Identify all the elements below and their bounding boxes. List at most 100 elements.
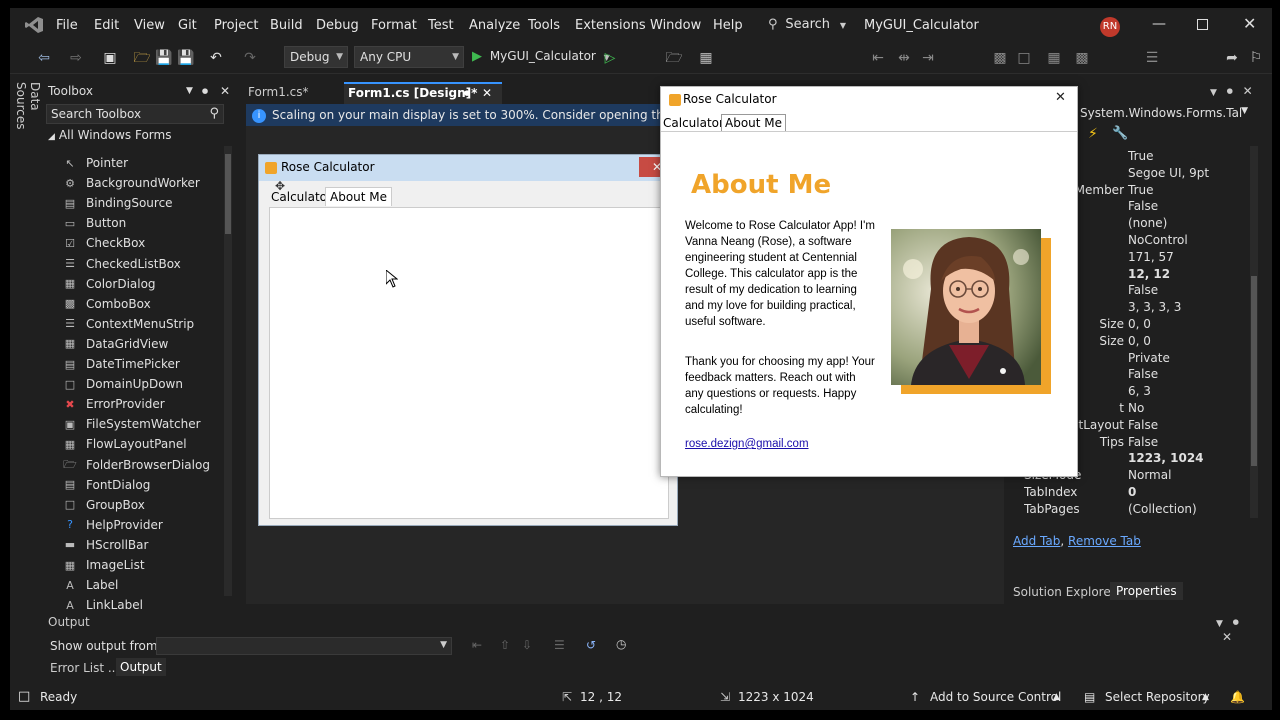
add-tab-link[interactable]: Add Tab xyxy=(1013,534,1060,548)
events-icon[interactable]: ⚡ xyxy=(1088,126,1098,142)
platform-select[interactable]: Any CPU ▼ xyxy=(354,46,464,68)
toolbox-item[interactable]: ▦ ColorDialog xyxy=(62,274,156,294)
toolbox-item[interactable]: A Label xyxy=(62,575,118,595)
layout-icon[interactable]: ▦ xyxy=(696,48,716,68)
find-in-files-icon[interactable]: 🗁 xyxy=(664,48,684,68)
menu-extensions[interactable]: Extensions xyxy=(575,18,646,33)
redo-icon[interactable]: ↷ xyxy=(240,48,260,68)
toolbox-item[interactable]: □ GroupBox xyxy=(62,495,145,515)
menu-analyze[interactable]: Analyze xyxy=(469,18,520,33)
toolbox-item[interactable]: ⚙ BackgroundWorker xyxy=(62,173,200,193)
share-icon[interactable]: ➦ xyxy=(1222,48,1242,68)
toolbox-item[interactable]: ▦ DataGridView xyxy=(62,334,169,354)
menu-view[interactable]: View xyxy=(134,18,165,33)
toolbox-item[interactable]: ▣ FileSystemWatcher xyxy=(62,414,201,434)
menu-build[interactable]: Build xyxy=(270,18,303,33)
toolbox-item[interactable]: ? HelpProvider xyxy=(62,515,163,535)
add-source-control-button[interactable]: Add to Source Control xyxy=(930,684,1061,710)
search-box[interactable]: ⚲ Search ▼ xyxy=(768,17,846,35)
app-tab-about[interactable]: About Me xyxy=(721,114,787,131)
menu-window[interactable]: Window xyxy=(650,18,701,33)
toolbox-item[interactable]: ✖ ErrorProvider xyxy=(62,394,164,414)
toolbox-item[interactable]: ↖ Pointer xyxy=(62,153,128,173)
output-source-select[interactable]: ▼ xyxy=(156,637,452,655)
word-wrap-icon[interactable]: ↺ xyxy=(586,638,596,652)
object-selector[interactable]: System.Windows.Forms.Tal ▼ xyxy=(1080,106,1250,124)
config-select[interactable]: Debug ▼ xyxy=(284,46,348,68)
designer-form[interactable]: Rose Calculator ✕ Calculator About Me ✥ xyxy=(258,154,678,526)
toolbox-item[interactable]: ☑ CheckBox xyxy=(62,233,145,253)
property-pages-icon[interactable]: 🔧 xyxy=(1112,126,1128,141)
minimize-icon[interactable]: — xyxy=(1152,16,1166,32)
prev-message-icon[interactable]: ⇧ xyxy=(500,638,510,652)
back-icon[interactable]: ⇦ xyxy=(34,48,54,68)
align-left-icon[interactable]: ⇤ xyxy=(868,48,888,68)
order-icon[interactable]: ☰ xyxy=(1142,48,1162,68)
menu-file[interactable]: File xyxy=(56,18,78,33)
toolbox-group[interactable]: ◢ All Windows Forms xyxy=(48,128,171,146)
close-icon[interactable]: ✕ xyxy=(1243,14,1256,33)
close-icon[interactable]: ✕ xyxy=(220,80,230,102)
toolbox-item[interactable]: ▬ HScrollBar xyxy=(62,535,149,555)
new-project-icon[interactable]: ▣ xyxy=(100,48,120,68)
find-message-icon[interactable]: ⇤ xyxy=(472,638,482,652)
size-to-grid-icon[interactable]: □ xyxy=(1014,48,1034,68)
same-size-icon[interactable]: ▩ xyxy=(990,48,1010,68)
app-tab-calculator[interactable]: Calculator xyxy=(663,116,724,130)
menu-git[interactable]: Git xyxy=(178,18,197,33)
toolbox-item[interactable]: ☰ CheckedListBox xyxy=(62,254,181,274)
toolbox-item[interactable]: ▤ DateTimePicker xyxy=(62,354,180,374)
next-message-icon[interactable]: ⇩ xyxy=(522,638,532,652)
property-row[interactable]: TabPages (Collection) xyxy=(1010,501,1250,518)
toolbox-item[interactable]: □ DomainUpDown xyxy=(62,374,183,394)
align-center-icon[interactable]: ⇹ xyxy=(894,48,914,68)
forward-icon[interactable]: ⇨ xyxy=(66,48,86,68)
menu-debug[interactable]: Debug xyxy=(316,18,359,33)
align-right-icon[interactable]: ⇥ xyxy=(918,48,938,68)
menu-help[interactable]: Help xyxy=(713,18,743,33)
toolbox-item[interactable]: 🗁 FolderBrowserDialog xyxy=(62,455,210,475)
toolbox-search[interactable]: Search Toolbox ⚲ xyxy=(46,104,224,124)
toolbox-item[interactable]: ▤ FontDialog xyxy=(62,475,151,495)
tab-properties[interactable]: Properties xyxy=(1110,582,1183,600)
toolbox-scrollbar[interactable] xyxy=(224,146,232,596)
designer-tabpage[interactable] xyxy=(269,207,669,519)
select-repository-button[interactable]: Select Repository xyxy=(1105,684,1210,710)
properties-scrollbar[interactable] xyxy=(1250,146,1258,518)
save-icon[interactable]: 💾 xyxy=(154,48,174,68)
tab-form1-cs[interactable]: Form1.cs* xyxy=(246,82,344,104)
pin-icon[interactable]: ⏺ xyxy=(202,80,208,102)
open-folder-icon[interactable]: 🗁 xyxy=(132,48,152,68)
designer-tab-about[interactable]: About Me xyxy=(325,187,393,206)
tab-error-list[interactable]: Error List ... xyxy=(50,661,119,675)
start-without-debug-icon[interactable]: ▷ xyxy=(600,48,620,68)
menu-test[interactable]: Test xyxy=(428,18,454,33)
toolbox-item[interactable]: ▭ Button xyxy=(62,213,126,233)
close-icon[interactable]: ✕ xyxy=(1055,90,1066,105)
about-email-link[interactable]: rose.dezign@gmail.com xyxy=(685,438,809,450)
toolbox-item[interactable]: ▦ FlowLayoutPanel xyxy=(62,434,187,454)
start-debug-button[interactable]: ▶ MyGUI_Calculator ▼ xyxy=(472,49,610,67)
property-row[interactable]: TabIndex 0 xyxy=(1010,484,1250,501)
toolbox-item[interactable]: ▤ BindingSource xyxy=(62,193,173,213)
menu-format[interactable]: Format xyxy=(371,18,417,33)
notifications-icon[interactable]: 🔔 xyxy=(1230,684,1245,710)
menu-project[interactable]: Project xyxy=(214,18,258,33)
feedback-icon[interactable]: ⚐ xyxy=(1246,48,1266,68)
toolbox-item[interactable]: ▦ ImageList xyxy=(62,555,145,575)
tab-output[interactable]: Output xyxy=(116,658,166,676)
tab-form1-design[interactable]: Form1.cs [Design]* ⏺ ✕ xyxy=(344,82,502,104)
toolbox-item[interactable]: ☰ ContextMenuStrip xyxy=(62,314,194,334)
clear-all-icon[interactable]: ☰ xyxy=(554,638,565,652)
grid-icon[interactable]: ▦ xyxy=(1044,48,1064,68)
undo-icon[interactable]: ↶ xyxy=(206,48,226,68)
tab-solution-explorer[interactable]: Solution Explorer xyxy=(1013,585,1116,599)
menu-tools[interactable]: Tools xyxy=(528,18,560,33)
toolbox-item[interactable]: ▩ ComboBox xyxy=(62,294,151,314)
menu-edit[interactable]: Edit xyxy=(94,18,119,33)
data-sources-tab[interactable]: Data Sources xyxy=(10,80,42,160)
spacing-icon[interactable]: ▩ xyxy=(1072,48,1092,68)
maximize-icon[interactable] xyxy=(1197,19,1208,30)
clock-icon[interactable]: ◷ xyxy=(616,637,626,651)
avatar[interactable]: RN xyxy=(1100,17,1120,37)
